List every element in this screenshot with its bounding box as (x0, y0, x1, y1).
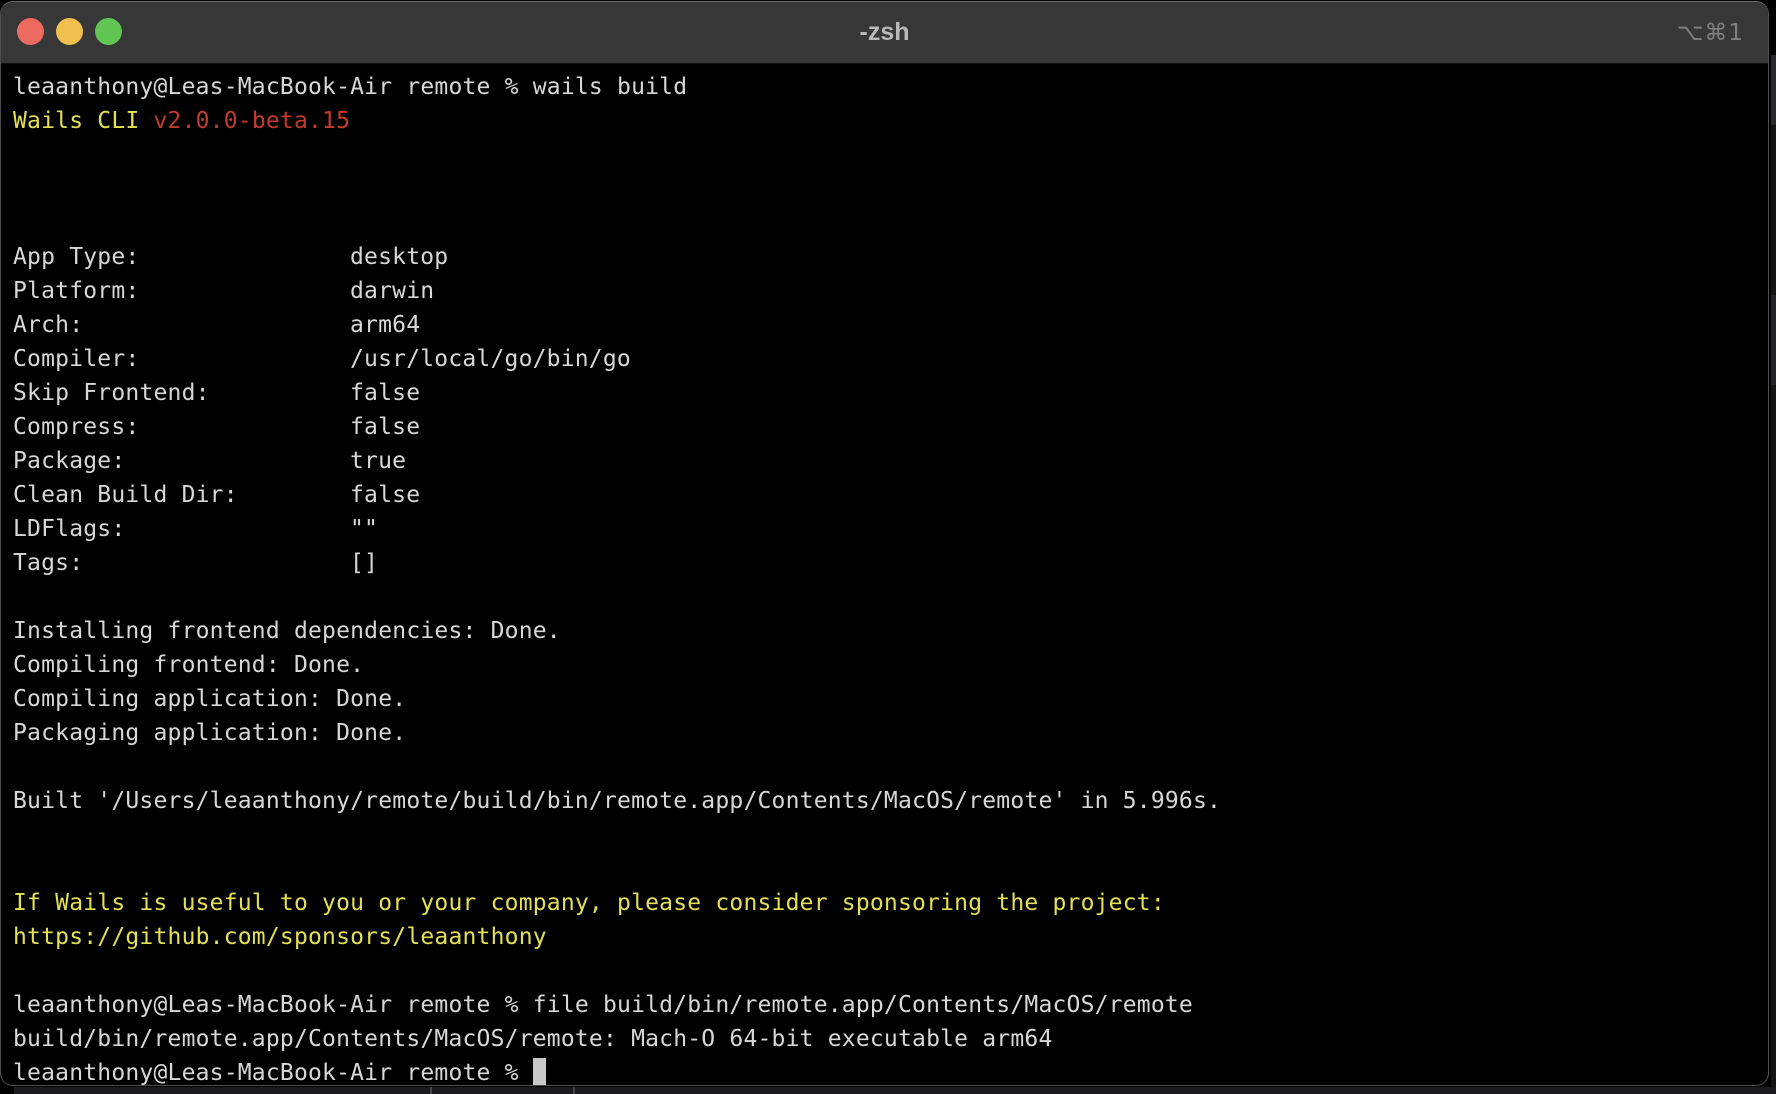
config-label: Tags: (13, 546, 350, 580)
background-window-sliver-bottom (14, 1087, 1776, 1094)
config-label: Clean Build Dir: (13, 478, 350, 512)
terminal-line: Compiler:/usr/local/go/bin/go (13, 342, 1756, 376)
config-value: "" (350, 516, 378, 542)
terminal-line: Tags:[] (13, 546, 1756, 580)
config-label: Platform: (13, 274, 350, 308)
config-value: desktop (350, 244, 448, 270)
background-window-sliver-right (1771, 55, 1776, 1094)
terminal-window: -zsh ⌥⌘1 leaanthony@Leas-MacBook-Air rem… (0, 1, 1769, 1086)
terminal-line (13, 852, 1756, 886)
terminal-line (13, 138, 1756, 172)
terminal-text: Packaging application: Done. (13, 720, 406, 746)
terminal-line: build/bin/remote.app/Contents/MacOS/remo… (13, 1022, 1756, 1056)
terminal-line: Wails CLI v2.0.0-beta.15 (13, 104, 1756, 138)
config-label: App Type: (13, 240, 350, 274)
config-label: LDFlags: (13, 512, 350, 546)
terminal-text: Built '/Users/leaanthony/remote/build/bi… (13, 788, 1221, 814)
terminal-line: Packaging application: Done. (13, 716, 1756, 750)
terminal-line: leaanthony@Leas-MacBook-Air remote % fil… (13, 988, 1756, 1022)
terminal-line: leaanthony@Leas-MacBook-Air remote % (13, 1056, 1756, 1086)
terminal-text: Installing frontend dependencies: Done. (13, 618, 561, 644)
terminal-line: https://github.com/sponsors/leaanthony (13, 920, 1756, 954)
terminal-line (13, 206, 1756, 240)
terminal-line: Skip Frontend:false (13, 376, 1756, 410)
terminal-text: leaanthony@Leas-MacBook-Air remote % wai… (13, 74, 687, 100)
terminal-text: Wails CLI (13, 108, 153, 134)
terminal-text: https://github.com/sponsors/leaanthony (13, 924, 547, 950)
config-value: false (350, 380, 420, 406)
config-value: /usr/local/go/bin/go (350, 346, 631, 372)
terminal-text: Compiling application: Done. (13, 686, 406, 712)
titlebar[interactable]: -zsh ⌥⌘1 (1, 2, 1768, 64)
terminal-line (13, 580, 1756, 614)
terminal-line (13, 750, 1756, 784)
terminal-line: Arch:arm64 (13, 308, 1756, 342)
terminal-line: Installing frontend dependencies: Done. (13, 614, 1756, 648)
terminal-line: Compress:false (13, 410, 1756, 444)
terminal-line: leaanthony@Leas-MacBook-Air remote % wai… (13, 70, 1756, 104)
terminal-cursor (533, 1058, 546, 1085)
config-value: darwin (350, 278, 434, 304)
tab-shortcut-label: ⌥⌘1 (1677, 2, 1744, 63)
terminal-text: leaanthony@Leas-MacBook-Air remote % fil… (13, 992, 1193, 1018)
terminal-line (13, 172, 1756, 206)
terminal-text: build/bin/remote.app/Contents/MacOS/remo… (13, 1026, 1053, 1052)
config-value: [] (350, 550, 378, 576)
terminal-text: If Wails is useful to you or your compan… (13, 890, 1165, 916)
config-value: false (350, 482, 420, 508)
terminal-line (13, 954, 1756, 988)
terminal-line: If Wails is useful to you or your compan… (13, 886, 1756, 920)
config-value: arm64 (350, 312, 420, 338)
config-label: Compress: (13, 410, 350, 444)
terminal-text: Compiling frontend: Done. (13, 652, 364, 678)
background-window-divider (430, 1087, 432, 1094)
terminal-line: App Type:desktop (13, 240, 1756, 274)
config-label: Arch: (13, 308, 350, 342)
config-label: Compiler: (13, 342, 350, 376)
config-value: false (350, 414, 420, 440)
terminal-line: Package:true (13, 444, 1756, 478)
terminal-line (13, 818, 1756, 852)
terminal-line: Platform:darwin (13, 274, 1756, 308)
terminal-line: LDFlags:"" (13, 512, 1756, 546)
config-label: Package: (13, 444, 350, 478)
window-title: -zsh (1, 2, 1768, 63)
terminal-line: Compiling frontend: Done. (13, 648, 1756, 682)
terminal-text: leaanthony@Leas-MacBook-Air remote % (13, 1060, 533, 1086)
terminal-line: Clean Build Dir:false (13, 478, 1756, 512)
background-window-divider (573, 1087, 575, 1094)
config-label: Skip Frontend: (13, 376, 350, 410)
config-value: true (350, 448, 406, 474)
terminal-output[interactable]: leaanthony@Leas-MacBook-Air remote % wai… (1, 64, 1768, 1085)
terminal-line: Compiling application: Done. (13, 682, 1756, 716)
terminal-text: v2.0.0-beta.15 (153, 108, 350, 134)
terminal-line: Built '/Users/leaanthony/remote/build/bi… (13, 784, 1756, 818)
